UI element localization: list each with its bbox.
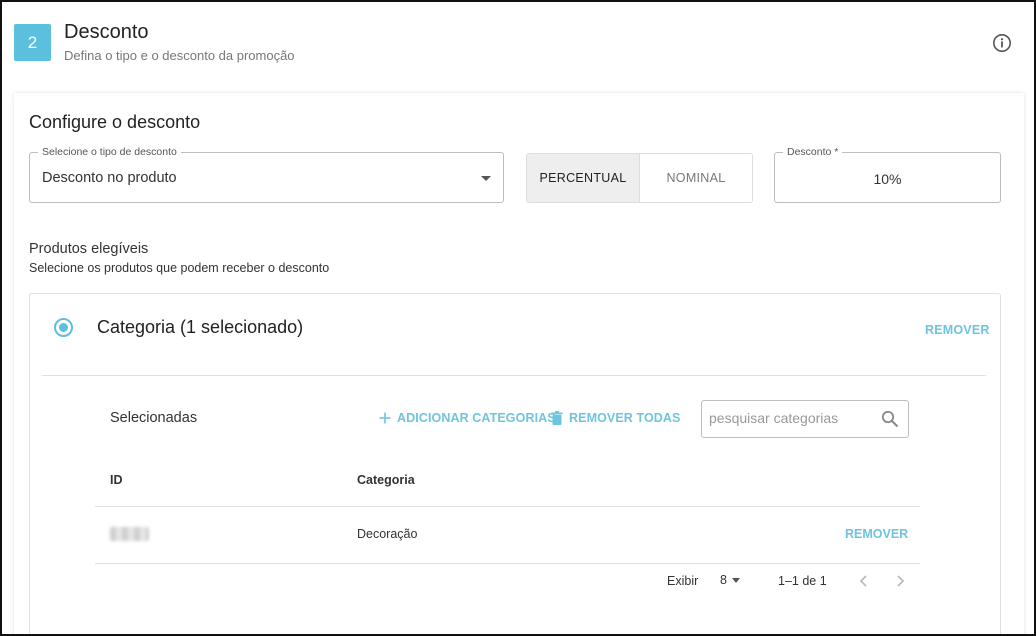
chevron-left-icon[interactable] xyxy=(857,573,871,589)
remove-all-label: REMOVER TODAS xyxy=(569,411,681,425)
discount-field[interactable]: Desconto * 10% xyxy=(774,146,1001,203)
plus-icon xyxy=(379,412,391,424)
divider xyxy=(95,506,920,507)
trash-icon xyxy=(551,411,563,425)
discount-label: Desconto * xyxy=(783,146,843,158)
discount-value: 10% xyxy=(873,171,902,187)
add-categories-label: ADICIONAR CATEGORIAS xyxy=(397,411,556,425)
page-range: 1–1 de 1 xyxy=(778,574,827,588)
remove-all-button[interactable]: REMOVER TODAS xyxy=(551,411,681,425)
discount-type-select[interactable]: Selecione o tipo de desconto Desconto no… xyxy=(29,146,504,203)
nominal-toggle[interactable]: NOMINAL xyxy=(640,154,752,202)
info-icon[interactable] xyxy=(992,33,1012,53)
step-title: Desconto xyxy=(64,21,149,43)
page-size-label: Exibir xyxy=(667,574,699,588)
search-box xyxy=(701,400,909,438)
redacted-id xyxy=(110,527,149,541)
percentual-toggle[interactable]: PERCENTUAL xyxy=(527,154,640,202)
discount-type-label: Selecione o tipo de desconto xyxy=(38,146,181,158)
eligible-subtitle: Selecione os produtos que podem receber … xyxy=(29,261,330,275)
chevron-right-icon[interactable] xyxy=(893,573,907,589)
step-subtitle: Defina o tipo e o desconto da promoção xyxy=(64,48,295,63)
page-frame: 2 Desconto Defina o tipo e o desconto da… xyxy=(0,0,1036,636)
discount-mode-toggle: PERCENTUAL NOMINAL xyxy=(526,153,753,203)
row-remove-button[interactable]: REMOVER xyxy=(845,527,908,541)
eligible-title: Produtos elegíveis xyxy=(29,241,149,257)
page-size-select[interactable]: 8 xyxy=(720,573,740,587)
selected-label: Selecionadas xyxy=(110,410,198,426)
add-categories-button[interactable]: ADICIONAR CATEGORIAS xyxy=(379,411,556,425)
step-number-badge: 2 xyxy=(14,24,51,61)
divider xyxy=(95,563,920,564)
category-panel xyxy=(29,293,1001,634)
column-header-categoria: Categoria xyxy=(357,473,415,487)
divider xyxy=(42,375,986,376)
section-title: Configure o desconto xyxy=(29,112,201,132)
search-input[interactable] xyxy=(709,410,869,426)
category-radio[interactable] xyxy=(54,318,73,337)
category-title: Categoria (1 selecionado) xyxy=(97,317,304,337)
discount-type-value: Desconto no produto xyxy=(42,170,177,186)
table-cell-categoria: Decoração xyxy=(357,527,418,541)
remove-category-button[interactable]: REMOVER xyxy=(925,323,990,337)
column-header-id: ID xyxy=(110,473,123,487)
caret-down-icon xyxy=(481,176,491,181)
search-icon[interactable] xyxy=(881,410,899,428)
page-size-value: 8 xyxy=(720,573,727,587)
caret-down-icon xyxy=(731,577,740,583)
